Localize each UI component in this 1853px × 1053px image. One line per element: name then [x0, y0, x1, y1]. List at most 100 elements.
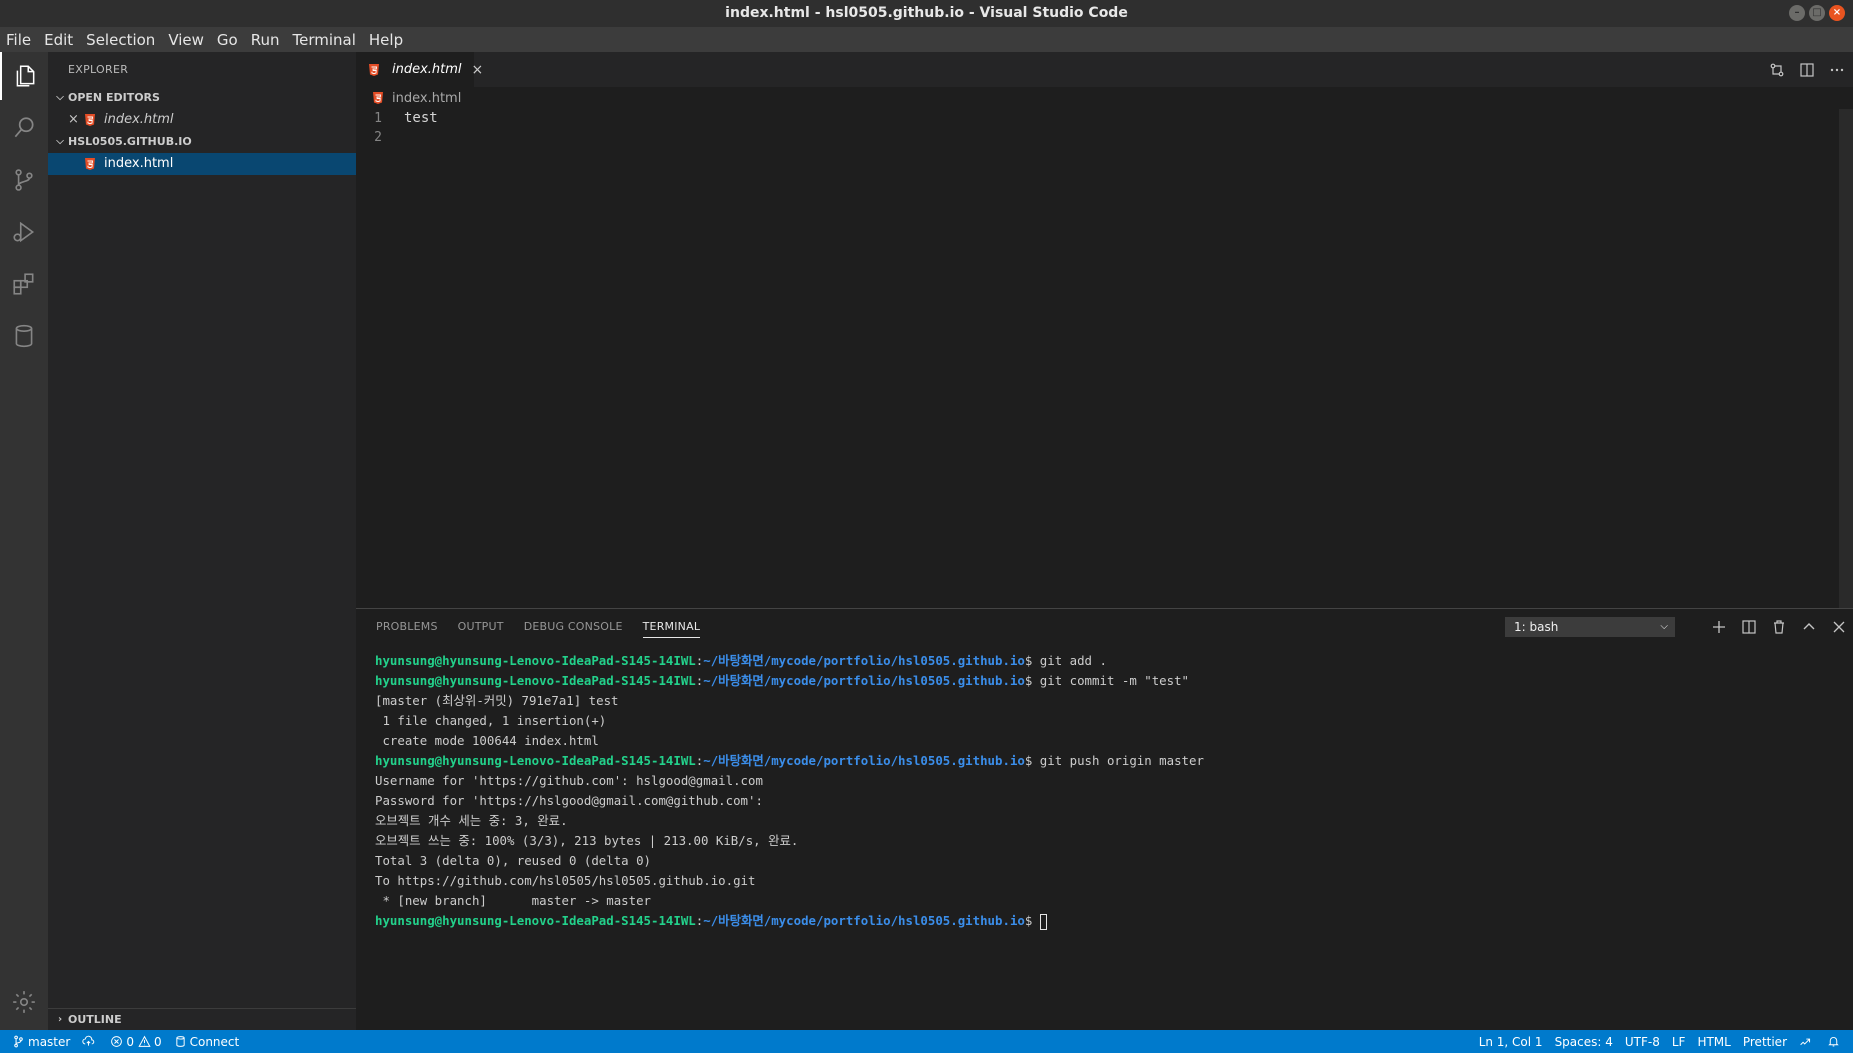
terminal-line: hyunsung@hyunsung-Lenovo-IdeaPad-S145-14…: [375, 671, 1853, 691]
terminal-cursor: [1039, 913, 1047, 930]
outline-header[interactable]: › OUTLINE: [48, 1009, 356, 1031]
html-file-icon: [84, 114, 96, 126]
bell-icon: [1828, 1037, 1839, 1047]
menu-file[interactable]: File: [6, 31, 31, 49]
explorer-sidebar: EXPLORER ⌵ OPEN EDITORS × index.html ⌵ H…: [48, 52, 356, 1030]
warning-count: 0: [153, 1034, 162, 1049]
tab-problems[interactable]: PROBLEMS: [376, 609, 438, 644]
folder-header[interactable]: ⌵ HSL0505.GITHUB.IO: [48, 131, 356, 153]
source-control-icon: [15, 169, 33, 191]
menu-selection[interactable]: Selection: [86, 31, 155, 49]
sync-status[interactable]: [76, 1030, 104, 1053]
close-icon[interactable]: ×: [472, 62, 484, 78]
menu-view[interactable]: View: [168, 31, 204, 49]
terminal-line: hyunsung@hyunsung-Lenovo-IdeaPad-S145-14…: [375, 751, 1853, 771]
language-mode[interactable]: HTML: [1691, 1030, 1736, 1053]
menu-run[interactable]: Run: [251, 31, 280, 49]
cursor-position[interactable]: Ln 1, Col 1: [1473, 1030, 1549, 1053]
editor-actions: [1769, 52, 1845, 87]
more-actions-icon[interactable]: [1829, 62, 1845, 78]
split-terminal-icon[interactable]: [1741, 619, 1757, 635]
feedback-icon: [1800, 1038, 1811, 1046]
breadcrumb[interactable]: index.html: [356, 87, 1853, 109]
indentation[interactable]: Spaces: 4: [1549, 1030, 1619, 1053]
open-editors-label: OPEN EDITORS: [68, 91, 160, 104]
search-activity[interactable]: [0, 104, 48, 152]
terminal-line: 오브젝트 쓰는 중: 100% (3/3), 213 bytes | 213.0…: [375, 833, 799, 848]
html-file-icon: [372, 92, 384, 104]
terminal-line: To https://github.com/hsl0505/hsl0505.gi…: [375, 873, 756, 888]
run-debug-activity[interactable]: [0, 208, 48, 256]
new-terminal-icon[interactable]: [1711, 619, 1727, 635]
tab-debug-console[interactable]: DEBUG CONSOLE: [524, 609, 623, 644]
terminal-select[interactable]: 1: bash ⌵: [1505, 617, 1675, 637]
status-right: Ln 1, Col 1 Spaces: 4 UTF-8 LF HTML Pret…: [1473, 1030, 1849, 1053]
prompt-path: ~/바탕화면/mycode/portfolio/hsl0505.github.i…: [703, 753, 1025, 768]
menu-terminal[interactable]: Terminal: [293, 31, 356, 49]
maximize-panel-icon[interactable]: [1801, 619, 1817, 635]
close-icon[interactable]: ×: [68, 109, 84, 131]
minimize-button[interactable]: –: [1789, 5, 1805, 21]
tab-terminal[interactable]: TERMINAL: [642, 615, 701, 638]
files-icon: [16, 65, 35, 87]
menu-help[interactable]: Help: [369, 31, 403, 49]
connect-status[interactable]: Connect: [168, 1030, 246, 1053]
chevron-down-icon: ⌵: [56, 136, 64, 147]
trash-icon[interactable]: [1771, 619, 1787, 635]
open-changes-icon[interactable]: [1769, 62, 1785, 78]
terminal-select-value: 1: bash: [1514, 620, 1559, 634]
settings-activity[interactable]: [0, 978, 48, 1026]
feedback-status[interactable]: [1793, 1030, 1821, 1053]
editor-scrollbar[interactable]: [1839, 109, 1853, 608]
activity-bar: [0, 52, 48, 1030]
warning-icon: [138, 1035, 151, 1047]
menu-go[interactable]: Go: [217, 31, 238, 49]
html-file-icon: [368, 63, 380, 76]
problems-status[interactable]: 0 0: [104, 1030, 167, 1053]
split-editor-icon[interactable]: [1799, 62, 1815, 78]
code-line: 1 test: [356, 109, 1853, 128]
menu-bar: File Edit Selection View Go Run Terminal…: [0, 27, 1853, 52]
source-control-activity[interactable]: [0, 156, 48, 204]
outline-section[interactable]: › OUTLINE: [48, 1008, 356, 1030]
tab-index-html[interactable]: index.html ×: [356, 52, 483, 87]
explorer-activity[interactable]: [0, 52, 48, 100]
line-ending[interactable]: LF: [1666, 1030, 1692, 1053]
close-window-button[interactable]: ×: [1829, 5, 1845, 21]
branch-status[interactable]: master: [0, 1030, 76, 1053]
close-panel-icon[interactable]: [1831, 619, 1847, 635]
breadcrumb-file[interactable]: index.html: [392, 91, 461, 106]
encoding[interactable]: UTF-8: [1619, 1030, 1666, 1053]
tab-output[interactable]: OUTPUT: [458, 609, 504, 644]
prompt-user: hyunsung@hyunsung-Lenovo-IdeaPad-S145-14…: [375, 753, 696, 768]
chevron-down-icon: ⌵: [56, 92, 64, 103]
maximize-button[interactable]: □: [1809, 5, 1825, 21]
settings-gear-icon: [13, 991, 35, 1013]
line-text: test: [404, 110, 438, 126]
code-editor[interactable]: 1 test 2: [356, 109, 1853, 147]
terminal-line: Username for 'https://github.com': hslgo…: [375, 773, 763, 788]
branch-name: master: [28, 1034, 71, 1049]
terminal-line: * [new branch] master -> master: [375, 893, 652, 908]
prompt-path: ~/바탕화면/mycode/portfolio/hsl0505.github.i…: [703, 653, 1025, 668]
terminal-output[interactable]: hyunsung@hyunsung-Lenovo-IdeaPad-S145-14…: [356, 644, 1853, 931]
title-bar: index.html - hsl0505.github.io - Visual …: [0, 0, 1853, 27]
open-editor-name: index.html: [104, 112, 174, 127]
formatter[interactable]: Prettier: [1737, 1030, 1793, 1053]
menu-edit[interactable]: Edit: [44, 31, 73, 49]
file-item[interactable]: index.html: [48, 153, 356, 175]
open-editor-item[interactable]: × index.html: [48, 109, 356, 131]
notifications-status[interactable]: [1821, 1030, 1849, 1053]
tab-label: index.html: [392, 62, 462, 77]
outline-label: OUTLINE: [68, 1013, 122, 1026]
prompt-command: git add .: [1032, 653, 1107, 668]
window-controls: – □ ×: [1789, 5, 1845, 21]
open-editors-header[interactable]: ⌵ OPEN EDITORS: [48, 87, 356, 109]
extensions-icon: [13, 273, 34, 295]
database-activity[interactable]: [0, 312, 48, 360]
terminal-line: Password for 'https://hslgood@gmail.com@…: [375, 793, 763, 808]
status-bar: master 0 0 Connect Ln 1, Col 1 Spaces: 4…: [0, 1030, 1853, 1053]
prompt-command: git push origin master: [1032, 753, 1204, 768]
sidebar-title: EXPLORER: [68, 63, 129, 76]
extensions-activity[interactable]: [0, 260, 48, 308]
